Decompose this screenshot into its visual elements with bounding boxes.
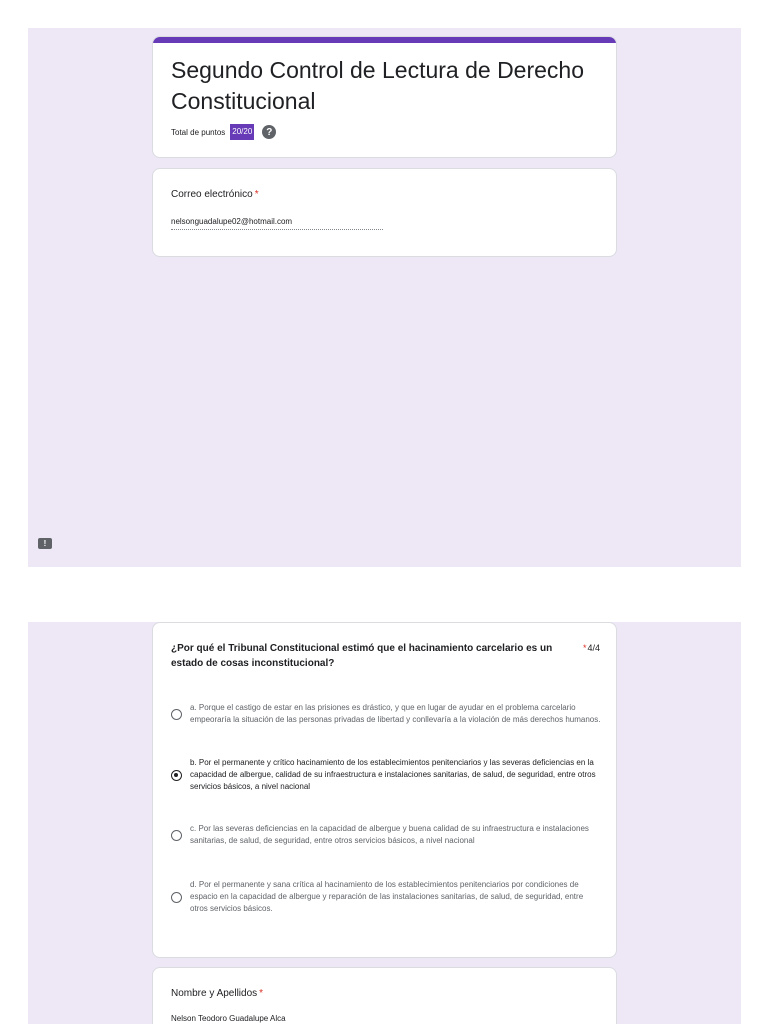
total-points: Total de puntos 20/20 ?: [171, 124, 277, 140]
points-label: Total de puntos: [171, 127, 226, 137]
question-card: ¿Por qué el Tribunal Constitucional esti…: [152, 622, 617, 958]
form-title: Segundo Control de Lectura de Derecho Co…: [171, 57, 585, 114]
name-label: Nombre y Apellidos *: [171, 988, 264, 999]
email-field: nelsonguadalupe02@hotmail.com: [171, 217, 383, 230]
form-header-card: Segundo Control de Lectura de Derecho Co…: [152, 36, 617, 158]
radio-unselected-icon[interactable]: [171, 708, 182, 720]
question-text: ¿Por qué el Tribunal Constitucional esti…: [171, 643, 553, 669]
required-mark: *: [259, 988, 264, 999]
accent-bar: [153, 37, 616, 43]
form-page-bottom: ¿Por qué el Tribunal Constitucional esti…: [28, 622, 741, 1024]
points-badge: 20/20: [230, 124, 255, 140]
radio-unselected-icon[interactable]: [171, 829, 182, 841]
feedback-icon[interactable]: !: [38, 538, 52, 549]
question-score: *4/4: [582, 643, 600, 653]
option-b[interactable]: b. Por el permanente y crítico hacinamie…: [171, 757, 601, 793]
option-label: a. Porque el castigo de estar en las pri…: [190, 703, 601, 724]
option-label: b. Por el permanente y crítico hacinamie…: [190, 758, 596, 791]
option-c[interactable]: c. Por las severas deficiencias en la ca…: [171, 823, 601, 847]
radio-selected-icon[interactable]: [171, 769, 182, 781]
option-label: c. Por las severas deficiencias en la ca…: [190, 824, 589, 845]
radio-unselected-icon[interactable]: [171, 891, 182, 903]
email-question-card: Correo electrónico * nelsonguadalupe02@ho…: [152, 168, 617, 257]
option-d[interactable]: d. Por el permanente y sana crítica al h…: [171, 879, 601, 915]
form-page-top: Segundo Control de Lectura de Derecho Co…: [28, 28, 741, 567]
email-label: Correo electrónico *: [171, 189, 259, 200]
option-label: d. Por el permanente y sana crítica al h…: [190, 880, 584, 913]
option-a[interactable]: a. Porque el castigo de estar en las pri…: [171, 702, 601, 726]
name-question-card: Nombre y Apellidos * Nelson Teodoro Guada…: [152, 967, 617, 1024]
required-mark: *: [254, 189, 259, 200]
required-mark: *: [582, 643, 587, 653]
name-field: Nelson Teodoro Guadalupe Alca: [171, 1014, 286, 1023]
help-icon[interactable]: ?: [262, 125, 277, 139]
